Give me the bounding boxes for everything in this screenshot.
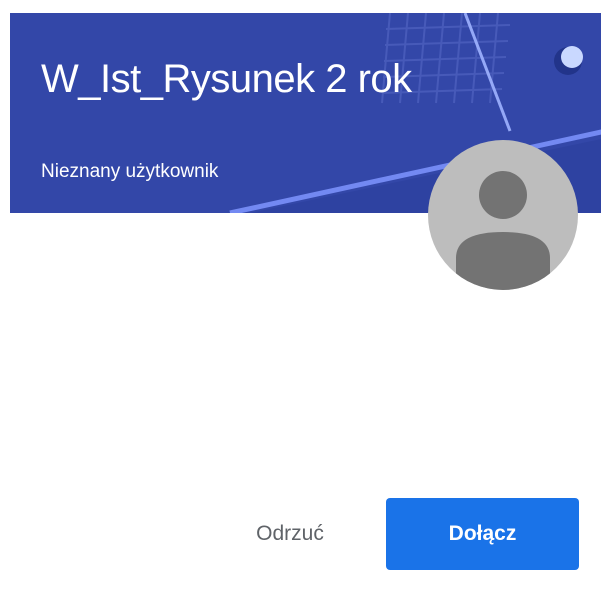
avatar (428, 140, 578, 290)
class-invite-card: W_Ist_Rysunek 2 rok Nieznany użytkownik … (0, 0, 601, 590)
class-title: W_Ist_Rysunek 2 rok (41, 57, 412, 101)
banner-circle-icon (554, 46, 583, 75)
class-owner-name: Nieznany użytkownik (41, 161, 219, 182)
decline-button[interactable]: Odrzuć (222, 498, 358, 570)
join-button[interactable]: Dołącz (386, 498, 579, 570)
account-circle-icon (456, 171, 550, 290)
